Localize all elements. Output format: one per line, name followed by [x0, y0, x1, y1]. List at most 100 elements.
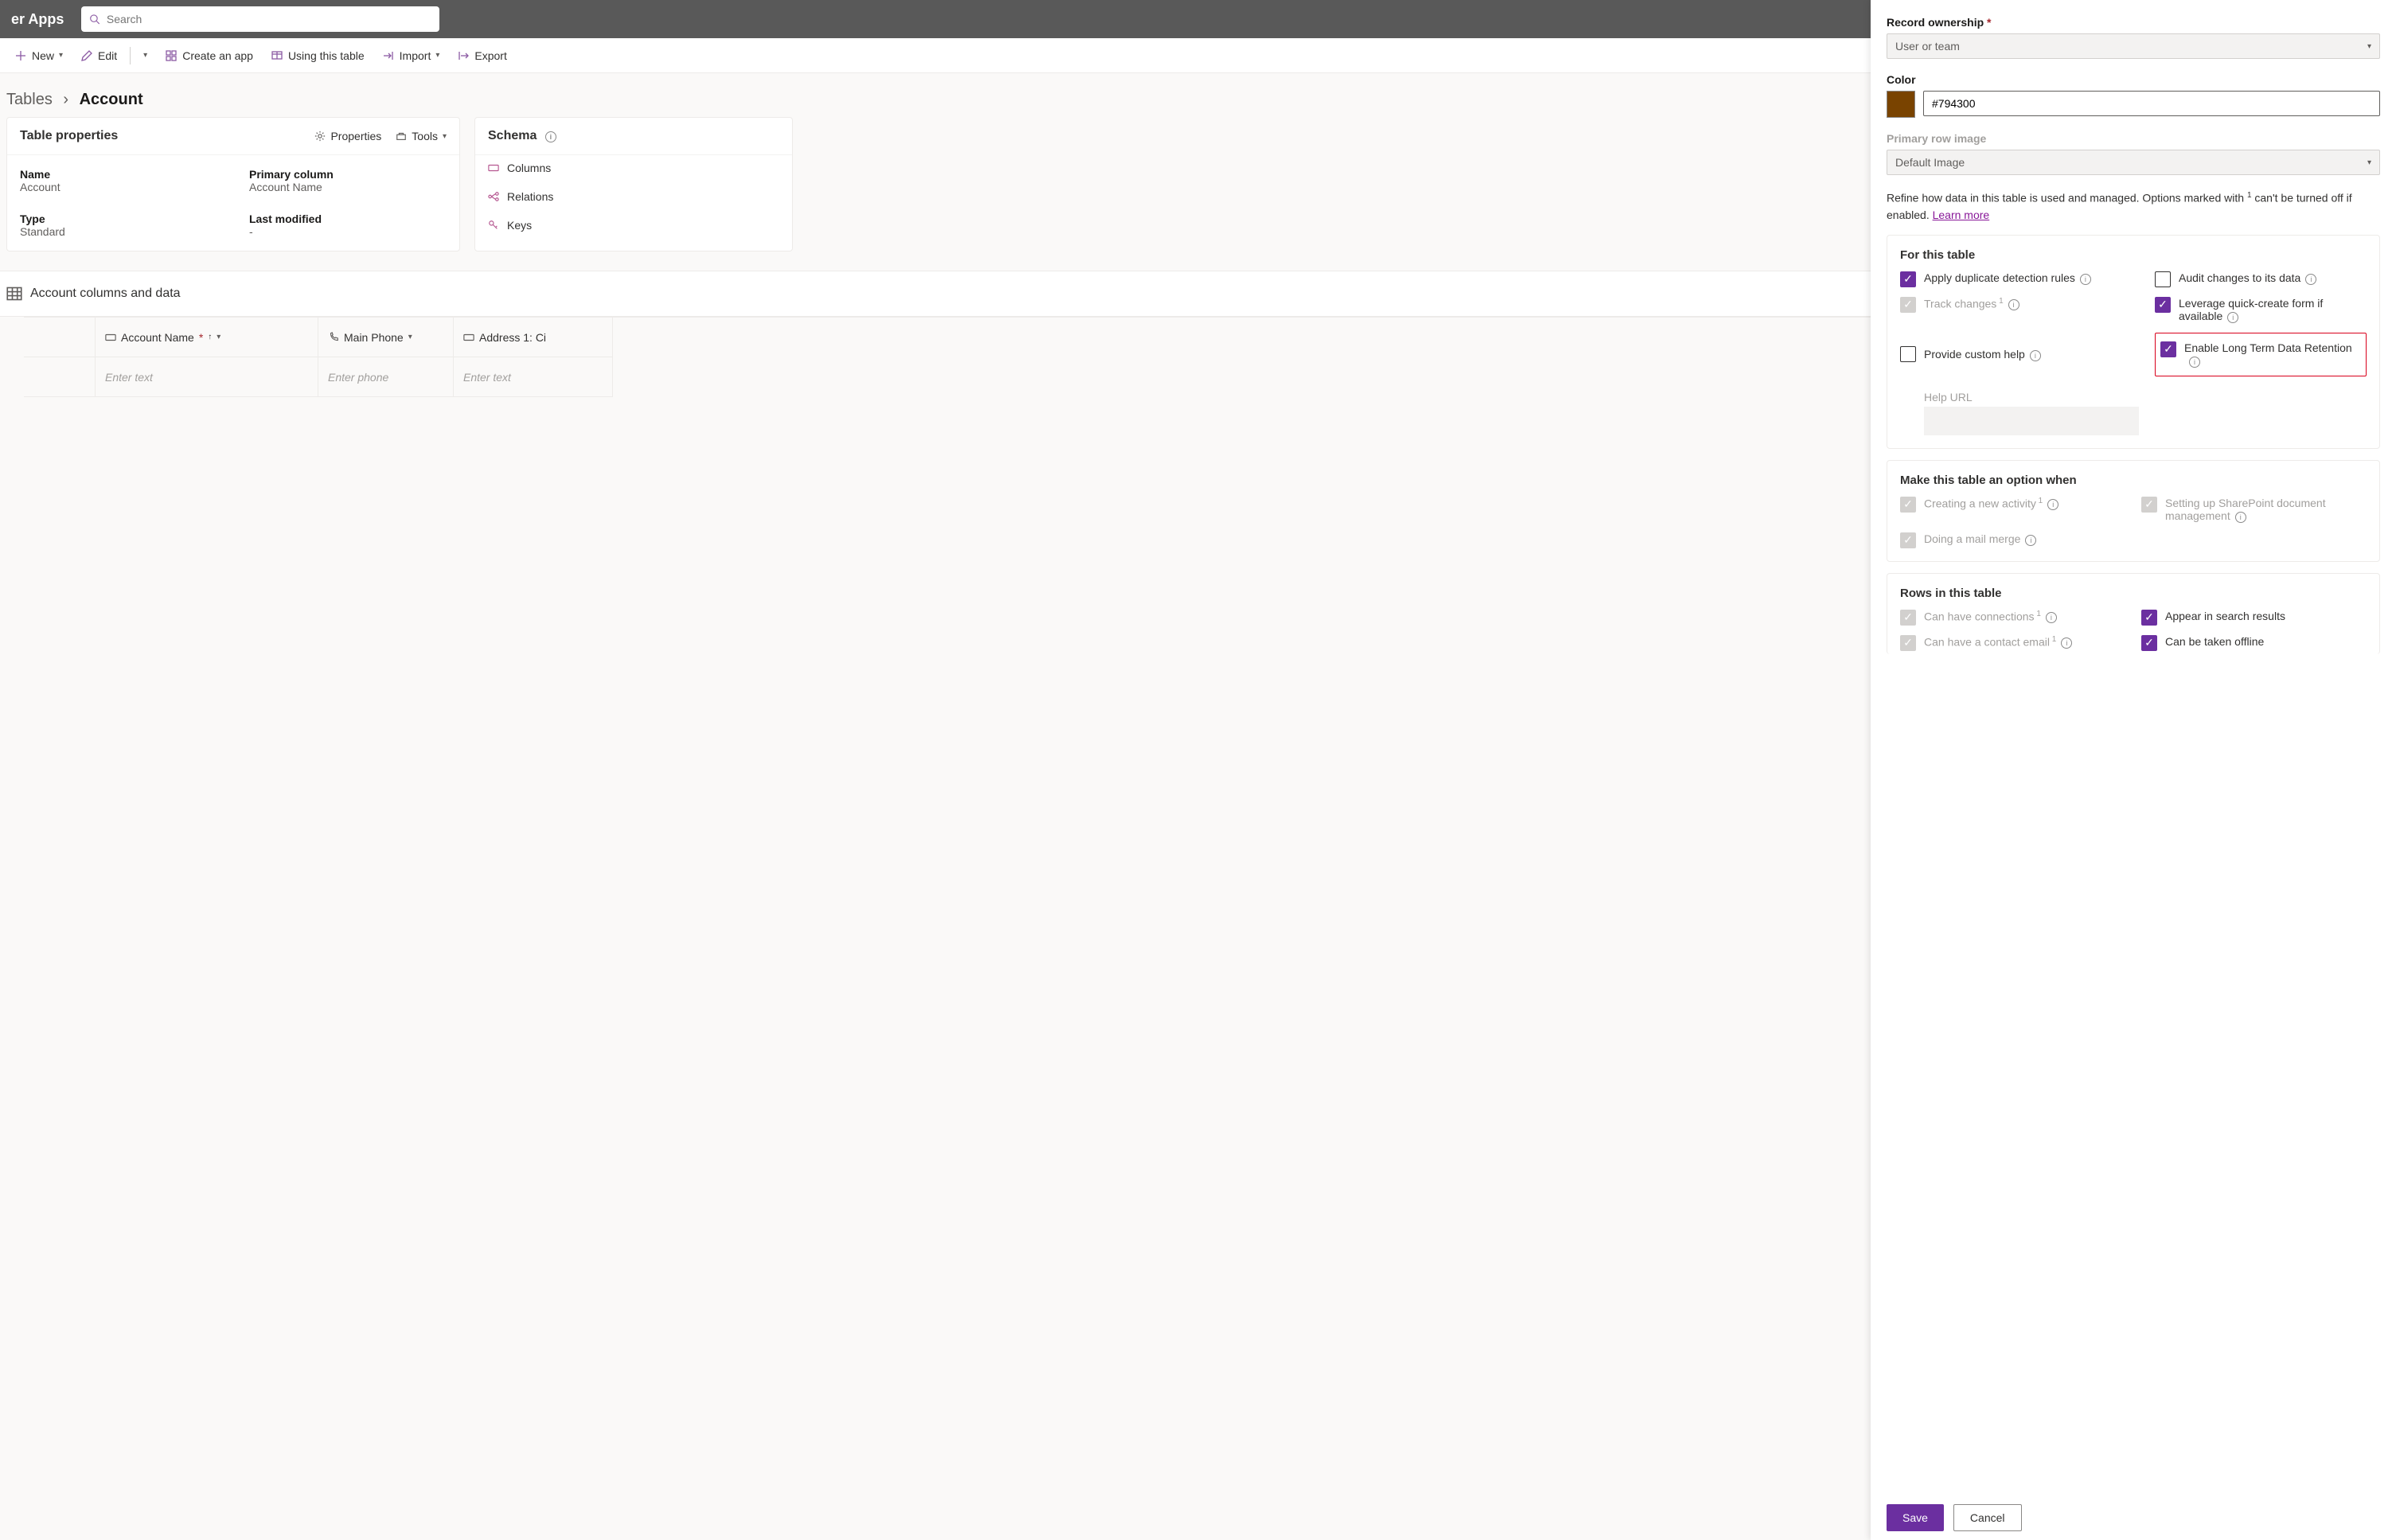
- info-icon[interactable]: i: [2030, 350, 2041, 361]
- color-input[interactable]: [1923, 91, 2380, 116]
- prop-value: Account: [20, 181, 217, 193]
- plus-icon: [14, 49, 27, 62]
- new-button[interactable]: New ▾: [6, 41, 71, 70]
- cmd-label: Edit: [98, 49, 117, 62]
- edit-button[interactable]: Edit: [72, 41, 125, 70]
- section-title: For this table: [1900, 248, 2367, 262]
- opt-label: Apply duplicate detection rules: [1924, 271, 2075, 284]
- checkbox: ✓: [1900, 635, 1916, 651]
- table-properties-card: Table properties Properties Tools ▾ Name…: [6, 117, 460, 251]
- schema-relationships[interactable]: Relations: [488, 190, 779, 203]
- edit-chevron[interactable]: ▾: [135, 41, 155, 70]
- cell-main-phone[interactable]: Enter phone: [318, 357, 454, 397]
- info-icon[interactable]: i: [2235, 512, 2246, 523]
- using-table-button[interactable]: Using this table: [263, 41, 373, 70]
- checkbox[interactable]: [1900, 346, 1916, 362]
- color-swatch[interactable]: [1887, 91, 1915, 118]
- col-header-address[interactable]: Address 1: Ci: [454, 318, 613, 357]
- opt-long-term-retention[interactable]: ✓ Enable Long Term Data Retention i: [2160, 341, 2358, 368]
- export-button[interactable]: Export: [449, 41, 514, 70]
- opt-duplicate-detection[interactable]: ✓ Apply duplicate detection rules i: [1900, 271, 2139, 287]
- col-header-account-name[interactable]: Account Name * ↑ ▾: [96, 318, 318, 357]
- select-value: User or team: [1895, 40, 1960, 53]
- chevron-down-icon: ▾: [59, 51, 63, 60]
- text-type-icon: [463, 332, 474, 343]
- search-box[interactable]: [81, 6, 439, 32]
- checkbox[interactable]: ✓: [2155, 297, 2171, 313]
- key-icon: [488, 220, 499, 231]
- opt-offline[interactable]: ✓ Can be taken offline: [2141, 635, 2367, 651]
- chevron-down-icon: ▾: [435, 51, 439, 60]
- opt-quick-create[interactable]: ✓ Leverage quick-create form if availabl…: [2155, 297, 2367, 323]
- breadcrumb-sep: ›: [63, 91, 68, 108]
- breadcrumb-root[interactable]: Tables: [6, 91, 53, 108]
- info-icon[interactable]: i: [2227, 312, 2238, 323]
- info-icon[interactable]: i: [2189, 357, 2200, 368]
- section-option-when: Make this table an option when ✓ Creatin…: [1887, 460, 2380, 562]
- breadcrumb-current: Account: [80, 91, 143, 108]
- opt-connections: ✓ Can have connections 1i: [1900, 610, 2125, 626]
- opt-custom-help[interactable]: Provide custom helpi: [1900, 333, 2139, 376]
- panel-footer: Save Cancel: [1871, 1495, 2396, 1540]
- opt-label: Appear in search results: [2165, 610, 2285, 622]
- cell-address[interactable]: Enter text: [454, 357, 613, 397]
- save-button[interactable]: Save: [1887, 1504, 1944, 1531]
- prop-value: Standard: [20, 225, 217, 238]
- primary-row-image-select[interactable]: Default Image ▾: [1887, 150, 2380, 175]
- search-input[interactable]: [100, 13, 431, 25]
- toolbox-icon: [396, 131, 407, 142]
- info-icon[interactable]: i: [2047, 499, 2058, 510]
- opt-label: Can be taken offline: [2165, 635, 2264, 648]
- info-icon[interactable]: i: [545, 131, 556, 142]
- info-icon[interactable]: i: [2061, 637, 2072, 649]
- option-grid: ✓ Can have connections 1i ✓ Appear in se…: [1900, 610, 2367, 651]
- help-url-input[interactable]: [1924, 407, 2139, 435]
- col-header-main-phone[interactable]: Main Phone ▾: [318, 318, 454, 357]
- section-title: Rows in this table: [1900, 587, 2367, 600]
- info-icon[interactable]: i: [2025, 535, 2036, 546]
- properties-link[interactable]: Properties: [314, 130, 381, 142]
- chevron-down-icon: ▾: [217, 333, 220, 341]
- learn-more-link[interactable]: Learn more: [1933, 209, 1990, 221]
- info-icon[interactable]: i: [2305, 274, 2316, 285]
- label-text: Record ownership: [1887, 16, 1984, 29]
- checkbox[interactable]: ✓: [2160, 341, 2176, 357]
- prop-type: Type Standard: [20, 212, 217, 238]
- opt-label: Track changes: [1924, 297, 1996, 310]
- checkbox[interactable]: ✓: [2141, 635, 2157, 651]
- checkbox: ✓: [1900, 497, 1916, 513]
- table-plus-icon: [271, 49, 283, 62]
- schema-keys[interactable]: Keys: [488, 219, 779, 232]
- opt-audit-changes[interactable]: Audit changes to its datai: [2155, 271, 2367, 287]
- opt-sharepoint: ✓ Setting up SharePoint document managem…: [2141, 497, 2367, 523]
- row-number: [24, 357, 96, 397]
- opt-label: Enable Long Term Data Retention: [2184, 341, 2352, 354]
- checkbox[interactable]: ✓: [2141, 610, 2157, 626]
- chevron-down-icon: ▾: [143, 51, 147, 60]
- select-value: Default Image: [1895, 156, 1965, 169]
- checkbox[interactable]: [2155, 271, 2171, 287]
- info-icon[interactable]: i: [2046, 612, 2057, 623]
- opt-long-term-retention-highlight: ✓ Enable Long Term Data Retention i: [2155, 333, 2367, 376]
- search-icon: [89, 14, 100, 25]
- opt-label: Can have a contact email: [1924, 635, 2050, 648]
- checkbox[interactable]: ✓: [1900, 271, 1916, 287]
- create-app-button[interactable]: Create an app: [157, 41, 261, 70]
- export-icon: [457, 49, 470, 62]
- record-ownership-select[interactable]: User or team ▾: [1887, 33, 2380, 59]
- opt-search-results[interactable]: ✓ Appear in search results: [2141, 610, 2367, 626]
- schema-columns[interactable]: Columns: [488, 162, 779, 174]
- schema-title-text: Schema: [488, 129, 537, 142]
- cell-account-name[interactable]: Enter text: [96, 357, 318, 397]
- info-icon[interactable]: i: [2008, 299, 2019, 310]
- sup-marker: 1: [2036, 497, 2043, 505]
- opt-label: Creating a new activity: [1924, 497, 2036, 509]
- info-icon[interactable]: i: [2080, 274, 2091, 285]
- prop-label: Name: [20, 168, 217, 181]
- cancel-button[interactable]: Cancel: [1953, 1504, 2022, 1531]
- required-star: *: [199, 331, 203, 344]
- import-button[interactable]: Import ▾: [374, 41, 448, 70]
- tools-link[interactable]: Tools ▾: [396, 130, 447, 142]
- panel-scroll[interactable]: Record ownership * User or team ▾ Color …: [1871, 0, 2396, 1492]
- prop-value: Account Name: [249, 181, 447, 193]
